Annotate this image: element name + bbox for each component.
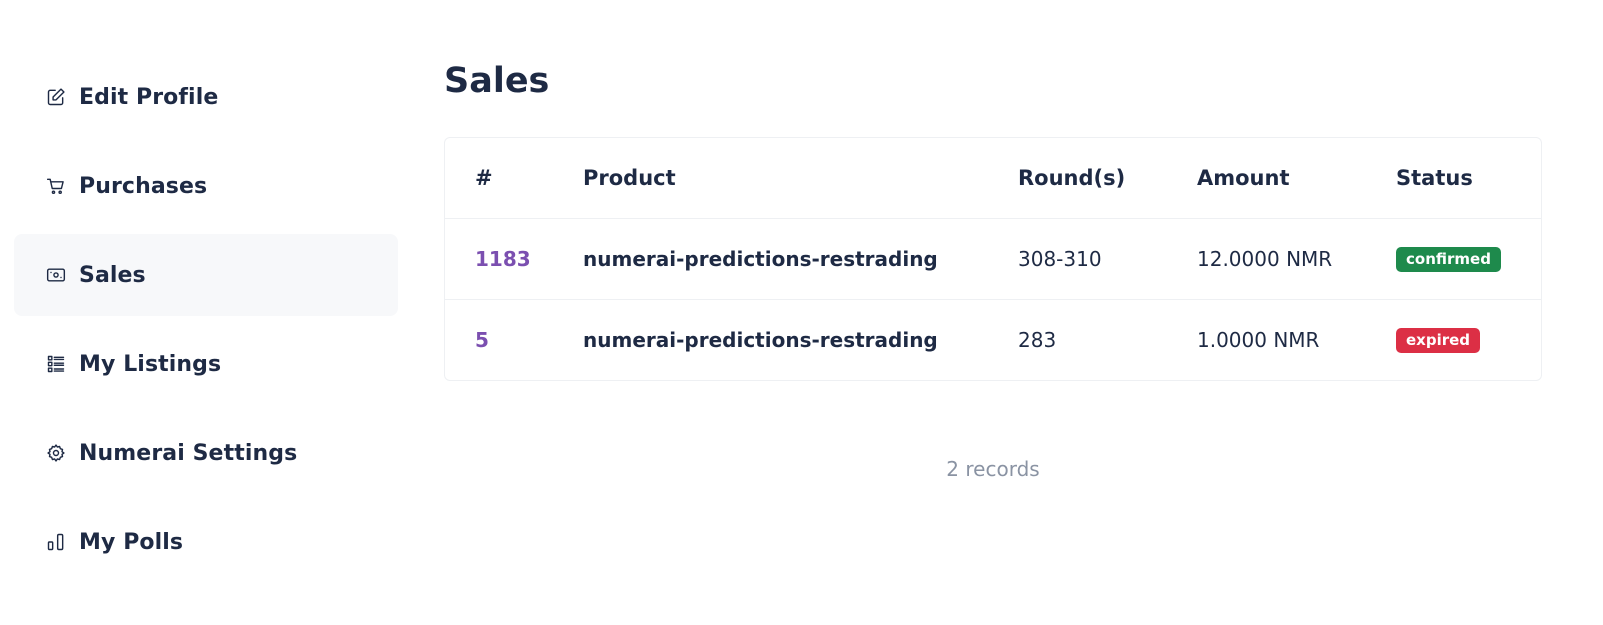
- cell-amount: 12.0000 NMR: [1167, 217, 1366, 299]
- records-count: 2 records: [946, 457, 1040, 481]
- gear-icon: [45, 442, 67, 464]
- cell-rounds: 283: [988, 298, 1167, 380]
- sidebar-item-label: Sales: [79, 262, 146, 288]
- page: Edit Profile Purchases Sales My Listings…: [0, 0, 1603, 625]
- sales-table-card: # Product Round(s) Amount Status 1183 nu…: [444, 137, 1542, 381]
- page-title: Sales: [444, 61, 550, 101]
- table-header-row: # Product Round(s) Amount Status: [445, 138, 1541, 218]
- sidebar-item-purchases[interactable]: Purchases: [14, 145, 398, 227]
- column-header-product: Product: [583, 165, 676, 190]
- status-badge: expired: [1396, 328, 1481, 354]
- sidebar-item-label: My Polls: [79, 529, 184, 555]
- sidebar-item-sales[interactable]: Sales: [14, 234, 398, 316]
- sales-table: # Product Round(s) Amount Status 1183 nu…: [445, 138, 1541, 380]
- sale-id-link[interactable]: 5: [475, 328, 489, 352]
- sale-id-link[interactable]: 1183: [475, 247, 531, 271]
- column-header-status: Status: [1396, 165, 1473, 190]
- sidebar: Edit Profile Purchases Sales My Listings…: [14, 56, 398, 590]
- sidebar-item-label: Purchases: [79, 173, 208, 199]
- edit-icon: [45, 86, 67, 108]
- column-header-amount: Amount: [1197, 165, 1290, 190]
- list-icon: [45, 353, 67, 375]
- table-row: 5 numerai-predictions-restrading 283 1.0…: [445, 298, 1541, 380]
- sidebar-item-label: Numerai Settings: [79, 440, 298, 466]
- column-header-id: #: [475, 165, 493, 190]
- sidebar-item-edit-profile[interactable]: Edit Profile: [14, 56, 398, 138]
- status-badge: confirmed: [1396, 247, 1501, 272]
- main-content: Sales # Product Round(s) Amount Status 1: [444, 56, 1542, 481]
- poll-icon: [45, 531, 67, 553]
- cell-id: 5: [445, 298, 553, 380]
- cell-rounds: 308-310: [988, 217, 1167, 299]
- table-row: 1183 numerai-predictions-restrading 308-…: [445, 217, 1541, 299]
- cell-status: confirmed: [1366, 217, 1541, 299]
- cell-id: 1183: [445, 217, 553, 299]
- sidebar-item-label: My Listings: [79, 351, 222, 377]
- sidebar-item-numerai-settings[interactable]: Numerai Settings: [14, 412, 398, 494]
- cell-amount: 1.0000 NMR: [1167, 298, 1366, 380]
- cell-product: numerai-predictions-restrading: [553, 217, 988, 299]
- sidebar-item-my-listings[interactable]: My Listings: [14, 323, 398, 405]
- cart-icon: [45, 175, 67, 197]
- sidebar-item-label: Edit Profile: [79, 84, 219, 110]
- cash-icon: [45, 264, 67, 286]
- cell-product: numerai-predictions-restrading: [553, 298, 988, 380]
- sidebar-item-my-polls[interactable]: My Polls: [14, 501, 398, 583]
- cell-status: expired: [1366, 298, 1541, 380]
- column-header-rounds: Round(s): [1018, 165, 1126, 190]
